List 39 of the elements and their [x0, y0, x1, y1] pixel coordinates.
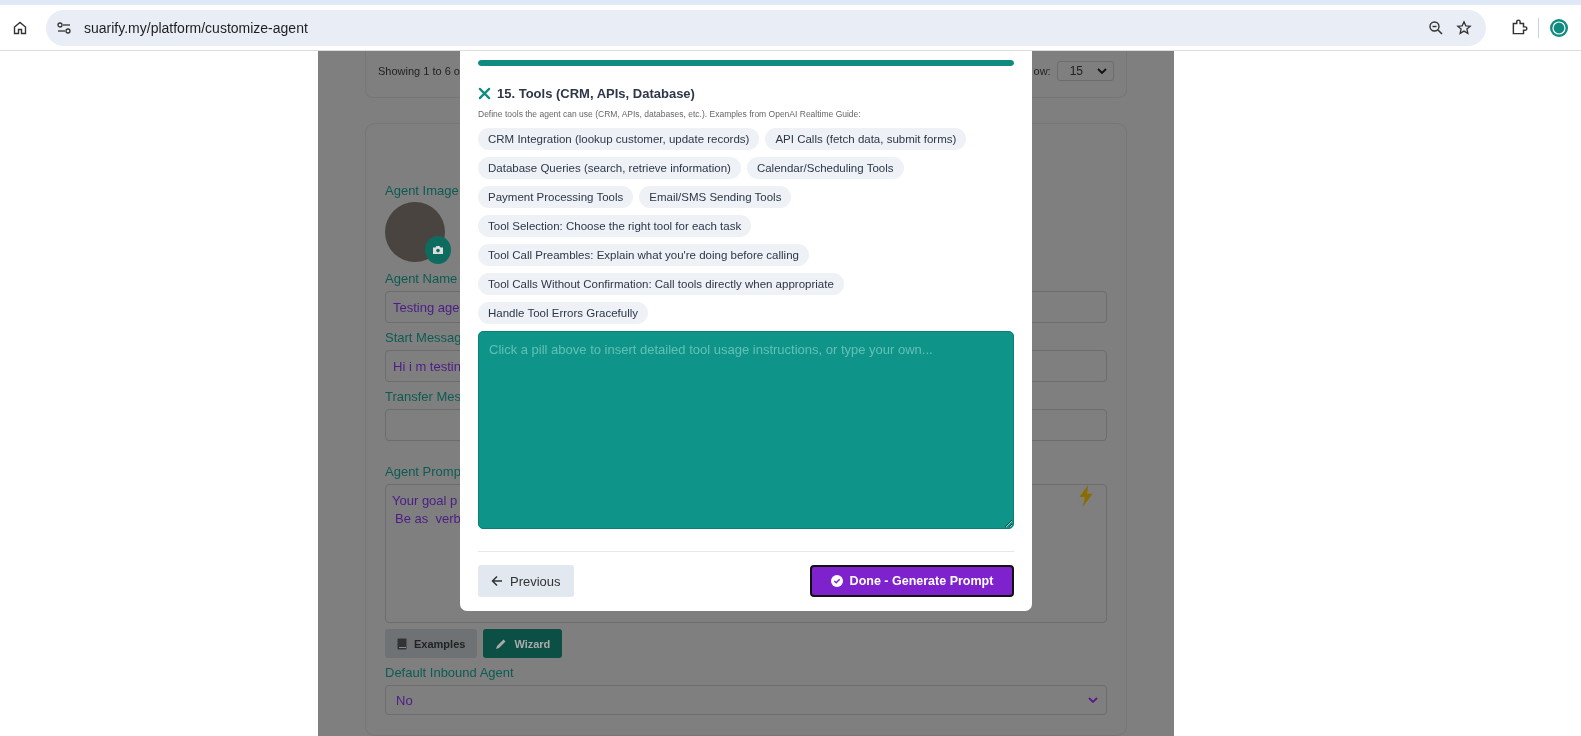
field-label: Default Inbound Agent — [385, 664, 514, 681]
wizard-button[interactable]: Wizard — [483, 629, 563, 658]
suggestion-pill[interactable]: API Calls (fetch data, submit forms) — [765, 128, 967, 150]
step-title: 15. Tools (CRM, APIs, Database) — [497, 86, 695, 101]
field-label: Agent Image — [385, 182, 459, 199]
per-page-label: ow: — [1033, 65, 1051, 77]
per-page-select[interactable]: 15 — [1056, 61, 1114, 81]
suggestion-pill[interactable]: Handle Tool Errors Gracefully — [478, 302, 648, 324]
suggestion-pill[interactable]: Email/SMS Sending Tools — [639, 186, 792, 208]
field-label: Transfer Mes — [385, 388, 462, 405]
arrow-left-icon — [491, 575, 503, 587]
generate-prompt-button[interactable]: Done - Generate Prompt — [810, 565, 1014, 597]
book-icon — [397, 637, 407, 650]
bookmark-star-icon[interactable] — [1456, 19, 1472, 36]
suggestion-pill[interactable]: Tool Selection: Choose the right tool for each task — [478, 215, 752, 237]
site-settings-icon[interactable] — [56, 19, 72, 36]
suggestion-pill[interactable]: Payment Processing Tools — [478, 186, 634, 208]
profile-avatar-icon[interactable] — [1549, 17, 1569, 38]
extensions-icon[interactable] — [1510, 18, 1528, 37]
pencil-icon — [495, 637, 508, 650]
field-label: Agent Promp — [385, 463, 461, 480]
suggestion-pill[interactable]: Tool Calls Without Confirmation: Call tools directly when appropriate — [478, 273, 844, 295]
previous-button[interactable]: Previous — [478, 565, 574, 597]
camera-icon[interactable] — [425, 236, 451, 264]
zoom-out-icon[interactable] — [1428, 19, 1444, 36]
suggestion-pill[interactable]: Database Queries (search, retrieve information) — [478, 157, 741, 179]
step-description: Define tools the agent can use (CRM, APIs, databases, etc.). Examples from OpenAI Realtime Guide: — [478, 109, 862, 119]
chevron-down-icon — [1097, 68, 1107, 74]
suggestion-pill[interactable]: Calendar/Scheduling Tools — [746, 157, 904, 179]
address-bar[interactable]: suarify.my/platform/customize-agent — [46, 9, 1486, 46]
pagination-info: Showing 1 to 6 o — [378, 65, 460, 77]
url-text: suarify.my/platform/customize-agent — [84, 19, 308, 36]
check-circle-icon — [830, 575, 843, 587]
instructions-textarea[interactable]: Click a pill above to insert detailed tool usage instructions, or type your own... — [478, 331, 1014, 529]
field-label: Agent Name — [385, 270, 458, 287]
suggestion-pill[interactable]: CRM Integration (lookup customer, update records) — [478, 128, 760, 150]
suggestion-pill[interactable]: Tool Call Preambles: Explain what you're doing before calling — [478, 244, 809, 266]
home-icon[interactable] — [12, 19, 28, 36]
chevron-down-icon — [1088, 697, 1098, 703]
